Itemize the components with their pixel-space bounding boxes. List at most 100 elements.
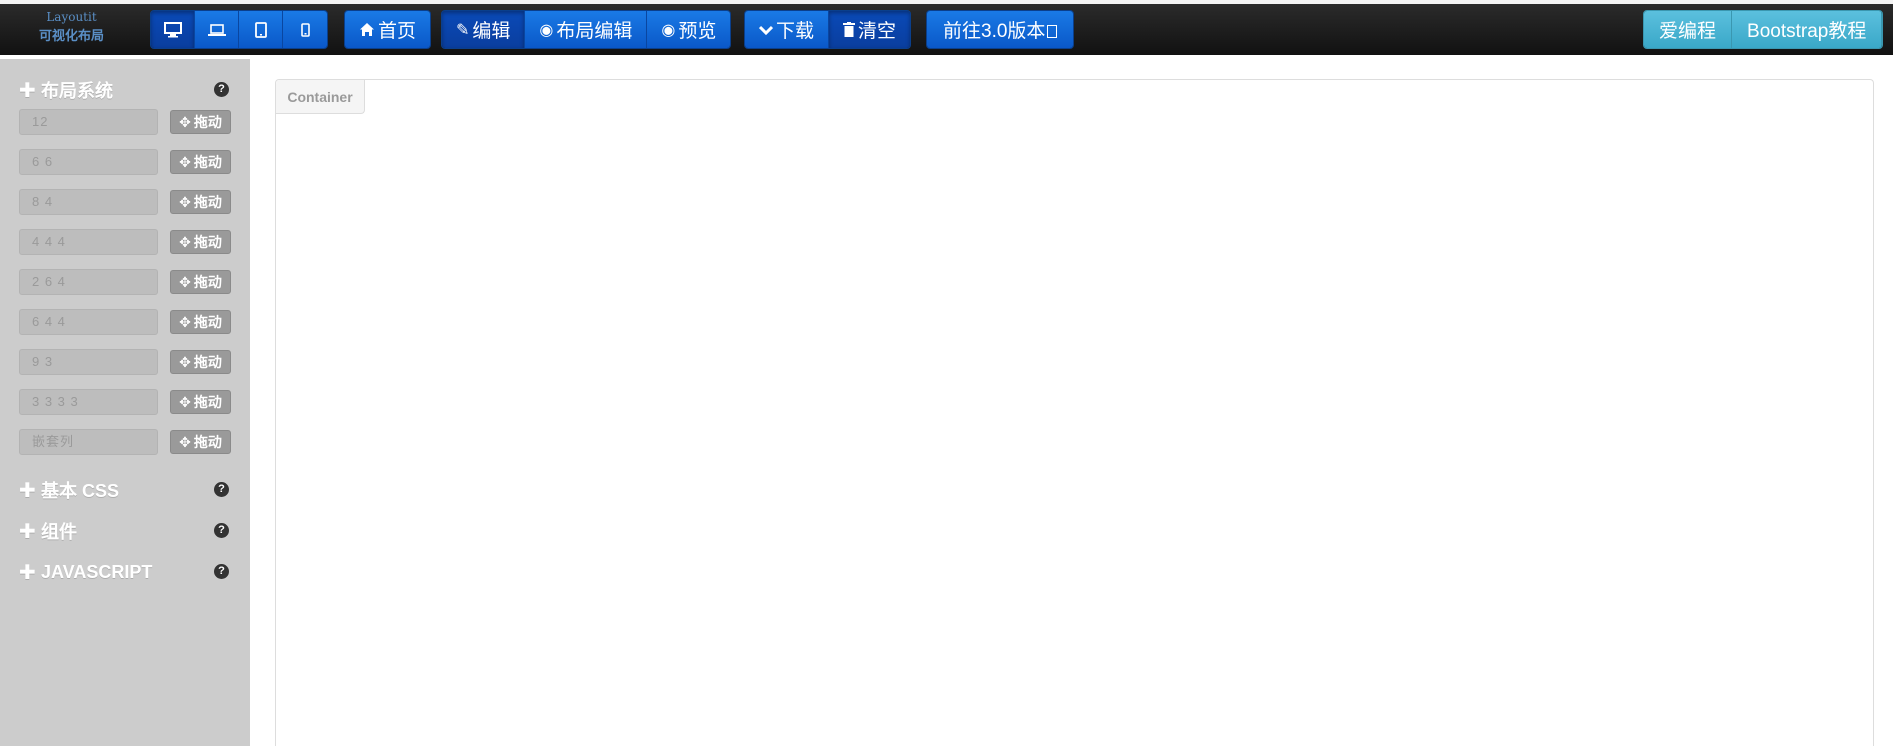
move-icon: ✥ [179, 193, 191, 210]
brand-line2: 可视化布局 [38, 29, 104, 44]
box-glyph-icon [1047, 25, 1058, 38]
home-group: 首页 [344, 10, 432, 49]
bootstrap-tutorial-label: Bootstrap教程 [1747, 21, 1867, 42]
laptop-view-button[interactable] [195, 11, 239, 48]
eye-icon: ◉ [661, 21, 676, 39]
tablet-icon [254, 21, 267, 38]
edit-label: 编辑 [472, 21, 511, 42]
preview-button[interactable]: ◉ 预览 [647, 11, 731, 48]
eye-slash-icon: ◉ [539, 21, 554, 39]
grid-row-item: 3 3 3 3 ✥ 拖动 [19, 389, 231, 415]
top-navbar: Layoutit 可视化布局 首页 ✎ 编辑 ◉ 布局编辑 ◉ 预览 下载 清空… [0, 4, 1893, 55]
mode-group: ✎ 编辑 ◉ 布局编辑 ◉ 预览 [441, 10, 732, 49]
grid-columns-input[interactable]: 8 4 [19, 189, 158, 215]
move-icon: ✥ [179, 353, 191, 370]
section-title: 布局系统 [41, 81, 113, 101]
drag-label: 拖动 [193, 434, 222, 450]
section-components[interactable]: ✚ 组件 ? [19, 518, 229, 544]
plus-icon: ✚ [19, 561, 36, 584]
action-group: 下载 清空 [744, 10, 912, 49]
drag-label: 拖动 [193, 394, 222, 410]
drag-handle[interactable]: ✥ 拖动 [170, 310, 231, 334]
phone-view-button[interactable] [283, 11, 327, 48]
home-icon [360, 23, 374, 36]
grid-columns-input[interactable]: 4 4 4 [19, 229, 158, 255]
grid-row-item: 6 6 ✥ 拖动 [19, 149, 231, 175]
goto-v3-button[interactable]: 前往3.0版本 [927, 11, 1074, 48]
download-label: 下载 [776, 21, 815, 42]
move-icon: ✥ [179, 113, 191, 130]
brand-line1: Layoutit [46, 10, 97, 24]
goto-v3-label: 前往3.0版本 [943, 21, 1046, 42]
question-icon[interactable]: ? [214, 523, 229, 538]
move-icon: ✥ [179, 433, 191, 450]
grid-columns-input[interactable]: 2 6 4 [19, 269, 158, 295]
sidebar: ✚ 布局系统 ? 12 ✥ 拖动 6 6 ✥ 拖动 8 4 ✥ 拖动 4 4 4 ✥ 拖… [0, 59, 250, 746]
desktop-icon [163, 21, 182, 37]
desktop-view-button[interactable] [151, 11, 195, 48]
edit-icon: ✎ [456, 21, 470, 39]
plus-icon: ✚ [19, 79, 36, 102]
question-icon[interactable]: ? [214, 564, 229, 579]
plus-icon: ✚ [19, 479, 36, 502]
move-icon: ✥ [179, 233, 191, 250]
drag-label: 拖动 [193, 154, 222, 170]
chevron-down-icon [759, 25, 773, 35]
bootstrap-tutorial-link[interactable]: Bootstrap教程 [1732, 11, 1883, 48]
download-button[interactable]: 下载 [745, 11, 830, 48]
container-label: Container [276, 80, 365, 114]
grid-row-item: 6 4 4 ✥ 拖动 [19, 309, 231, 335]
grid-row-item: 12 ✥ 拖动 [19, 109, 231, 135]
grid-row-item: 8 4 ✥ 拖动 [19, 189, 231, 215]
drag-label: 拖动 [193, 194, 222, 210]
move-icon: ✥ [179, 393, 191, 410]
question-icon[interactable]: ? [214, 482, 229, 497]
grid-row-item: 4 4 4 ✥ 拖动 [19, 229, 231, 255]
drag-label: 拖动 [193, 114, 222, 130]
external-links-group: 爱编程 Bootstrap教程 [1643, 10, 1884, 49]
tablet-view-button[interactable] [239, 11, 283, 48]
drag-label: 拖动 [193, 314, 222, 330]
grid-columns-input[interactable]: 6 6 [19, 149, 158, 175]
drag-handle[interactable]: ✥ 拖动 [170, 150, 231, 174]
grid-columns-input[interactable]: 12 [19, 109, 158, 135]
plus-icon: ✚ [19, 520, 36, 543]
drag-label: 拖动 [193, 234, 222, 250]
drag-label: 拖动 [193, 274, 222, 290]
drag-handle[interactable]: ✥ 拖动 [170, 190, 231, 214]
container-drop-area[interactable]: Container [275, 79, 1874, 746]
device-size-group [150, 10, 328, 49]
grid-columns-input[interactable]: 3 3 3 3 [19, 389, 158, 415]
drag-handle[interactable]: ✥ 拖动 [170, 390, 231, 414]
layout-edit-button[interactable]: ◉ 布局编辑 [525, 11, 648, 48]
drag-handle[interactable]: ✥ 拖动 [170, 430, 231, 454]
grid-row-item: 2 6 4 ✥ 拖动 [19, 269, 231, 295]
grid-row-item: 嵌套列 ✥ 拖动 [19, 429, 231, 455]
clear-label: 清空 [858, 21, 897, 42]
nested-columns-input[interactable]: 嵌套列 [19, 429, 158, 455]
move-icon: ✥ [179, 313, 191, 330]
drag-handle[interactable]: ✥ 拖动 [170, 350, 231, 374]
section-title: 组件 [41, 522, 77, 542]
laptop-icon [207, 23, 226, 36]
brand-logo[interactable]: Layoutit 可视化布局 [10, 8, 133, 51]
move-icon: ✥ [179, 273, 191, 290]
drag-handle[interactable]: ✥ 拖动 [170, 110, 231, 134]
section-javascript[interactable]: ✚ JAVASCRIPT ? [19, 559, 229, 585]
drag-handle[interactable]: ✥ 拖动 [170, 230, 231, 254]
grid-row-item: 9 3 ✥ 拖动 [19, 349, 231, 375]
grid-columns-input[interactable]: 9 3 [19, 349, 158, 375]
section-basic-css[interactable]: ✚ 基本 CSS ? [19, 477, 229, 503]
ibiancheng-link[interactable]: 爱编程 [1644, 11, 1733, 48]
home-button[interactable]: 首页 [345, 11, 431, 48]
section-layout-system[interactable]: ✚ 布局系统 ? [19, 77, 229, 103]
goto-group: 前往3.0版本 [926, 10, 1075, 49]
edit-mode-button[interactable]: ✎ 编辑 [442, 11, 526, 48]
grid-columns-input[interactable]: 6 4 4 [19, 309, 158, 335]
section-title: 基本 CSS [41, 481, 120, 501]
drag-handle[interactable]: ✥ 拖动 [170, 270, 231, 294]
question-icon[interactable]: ? [214, 82, 229, 97]
clear-button[interactable]: 清空 [829, 11, 911, 48]
move-icon: ✥ [179, 153, 191, 170]
ibiancheng-label: 爱编程 [1659, 21, 1717, 42]
